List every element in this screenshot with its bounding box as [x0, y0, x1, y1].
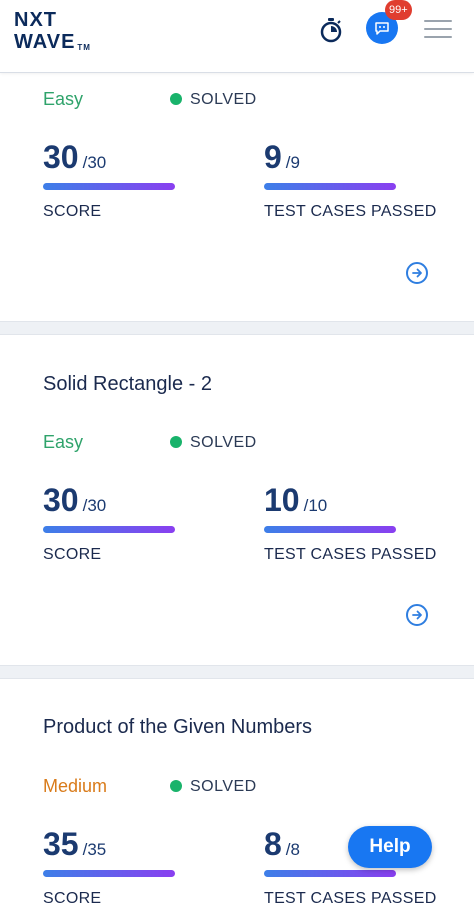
problem-card: Solid Rectangle - 2 Easy SOLVED 30/30 SC… — [0, 334, 474, 666]
test-cases-value: 10 — [264, 482, 300, 518]
status-text: SOLVED — [190, 91, 257, 108]
help-button[interactable]: Help — [348, 826, 432, 868]
open-problem-button[interactable] — [406, 262, 428, 284]
score-metric: 30/30 SCORE — [43, 139, 223, 229]
score-value: 35 — [43, 826, 79, 862]
hamburger-menu-icon[interactable] — [424, 20, 452, 40]
problem-title[interactable]: Solid Rectangle - 2 — [43, 373, 212, 396]
score-progress-bar — [43, 870, 175, 877]
difficulty-label: Easy — [43, 89, 84, 109]
score-metric: 35/35 SCORE — [43, 826, 223, 910]
test-cases-progress-bar — [264, 526, 396, 533]
logo-trademark: TM — [77, 43, 91, 52]
solved-dot-icon — [170, 436, 182, 448]
test-cases-label: TEST CASES PASSED — [264, 546, 437, 563]
logo-line2: WAVE TM — [14, 32, 104, 52]
score-metric: 30/30 SCORE — [43, 482, 223, 572]
score-total: /30 — [82, 496, 107, 515]
logo-line1: NXT — [14, 9, 57, 31]
test-cases-value: 9 — [264, 139, 282, 175]
status-solved: SOLVED — [170, 778, 257, 796]
test-cases-value: 8 — [264, 826, 282, 862]
problem-card: Product of the Given Numbers Medium SOLV… — [0, 678, 474, 910]
score-total: /35 — [82, 840, 107, 859]
problem-title[interactable]: Product of the Given Numbers — [43, 716, 312, 739]
difficulty-label: Easy — [43, 432, 84, 452]
score-label: SCORE — [43, 203, 102, 220]
test-cases-metric: 9/9 TEST CASES PASSED — [264, 139, 454, 229]
logo-word: WAVE — [14, 31, 76, 53]
problem-card: Easy SOLVED 30/30 SCORE 9/9 TEST CASES P… — [0, 72, 474, 322]
nxtwave-logo[interactable]: NXT WAVE TM — [14, 10, 104, 56]
score-progress-bar — [43, 183, 175, 190]
test-cases-label: TEST CASES PASSED — [264, 890, 437, 907]
solved-dot-icon — [170, 93, 182, 105]
arrow-right-icon — [412, 268, 422, 278]
app-header: NXT WAVE TM 99+ — [0, 0, 474, 73]
test-cases-label: TEST CASES PASSED — [264, 203, 437, 220]
status-solved: SOLVED — [170, 91, 257, 109]
status-solved: SOLVED — [170, 434, 257, 452]
test-cases-progress-bar — [264, 870, 396, 877]
score-label: SCORE — [43, 890, 102, 907]
status-text: SOLVED — [190, 778, 257, 795]
test-cases-total: /10 — [303, 496, 328, 515]
test-cases-progress-bar — [264, 183, 396, 190]
solved-dot-icon — [170, 780, 182, 792]
timer-icon[interactable] — [318, 17, 344, 43]
score-value: 30 — [43, 482, 79, 518]
test-cases-total: /8 — [285, 840, 300, 859]
open-problem-button[interactable] — [406, 604, 428, 626]
score-total: /30 — [82, 153, 107, 172]
test-cases-metric: 10/10 TEST CASES PASSED — [264, 482, 454, 572]
score-value: 30 — [43, 139, 79, 175]
test-cases-total: /9 — [285, 153, 300, 172]
arrow-right-icon — [412, 610, 422, 620]
score-label: SCORE — [43, 546, 102, 563]
chat-icon — [375, 22, 389, 35]
score-progress-bar — [43, 526, 175, 533]
status-text: SOLVED — [190, 434, 257, 451]
difficulty-label: Medium — [43, 776, 108, 796]
notification-badge: 99+ — [385, 0, 412, 20]
